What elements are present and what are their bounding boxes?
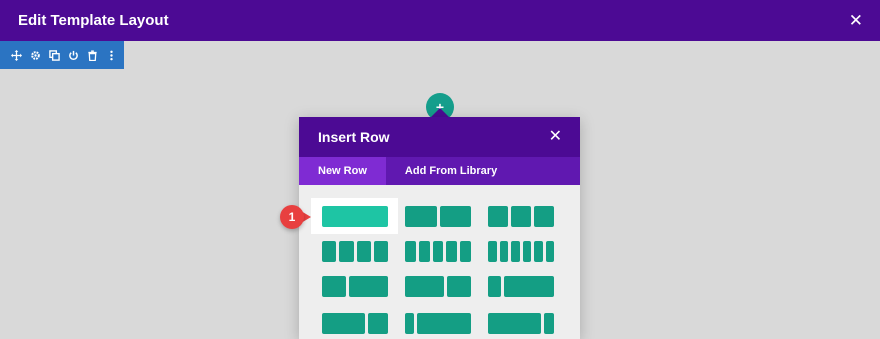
layout-column (432, 241, 444, 262)
layout-column (543, 313, 554, 334)
layout-six-columns[interactable] (488, 241, 554, 262)
layout-column (356, 241, 371, 262)
layout-column (368, 313, 388, 334)
layout-one-fifth-four-fifths[interactable] (405, 313, 471, 334)
layout-three-quarters-one-quarter[interactable] (322, 313, 388, 334)
section-toolbar (0, 41, 124, 69)
page-title: Edit Template Layout (18, 12, 169, 29)
layout-column (488, 206, 508, 227)
insert-row-modal: Insert Row ✕ New Row Add From Library (299, 117, 580, 339)
layout-one-third-two-thirds[interactable] (322, 276, 388, 297)
layout-column (460, 241, 471, 262)
layout-column (417, 313, 471, 334)
modal-header: Insert Row ✕ (299, 117, 580, 157)
layout-column (339, 241, 354, 262)
layout-column (405, 313, 415, 334)
layout-column (322, 313, 366, 334)
more-icon[interactable] (104, 48, 118, 62)
modal-tabs: New Row Add From Library (299, 157, 580, 185)
close-icon[interactable]: ✕ (849, 12, 863, 29)
layout-column (405, 241, 416, 262)
top-bar: Edit Template Layout ✕ (0, 0, 880, 41)
layout-three-columns[interactable] (488, 206, 554, 227)
layout-one-quarter-three-quarters[interactable] (488, 276, 554, 297)
layout-column (522, 241, 531, 262)
layout-column (511, 206, 531, 227)
layout-column (322, 206, 388, 227)
layout-column (405, 276, 444, 297)
layout-column (439, 206, 471, 227)
layout-column (488, 276, 502, 297)
trash-icon[interactable] (85, 48, 99, 62)
layout-four-columns[interactable] (322, 241, 388, 262)
layout-four-fifths-one-fifth[interactable] (488, 313, 554, 334)
layout-column (499, 241, 508, 262)
layout-column (534, 206, 554, 227)
step-callout-badge: 1 (280, 205, 304, 229)
layout-column (488, 313, 541, 334)
layout-five-columns[interactable] (405, 241, 471, 262)
layout-column (349, 276, 388, 297)
row-layout-grid (299, 185, 580, 339)
layout-column (446, 276, 471, 297)
layout-column (511, 241, 520, 262)
layout-column (504, 276, 554, 297)
layout-column (418, 241, 430, 262)
close-icon[interactable]: ✕ (549, 129, 562, 145)
layout-column (488, 241, 497, 262)
power-icon[interactable] (66, 48, 80, 62)
layout-column (322, 241, 337, 262)
gear-icon[interactable] (28, 48, 42, 62)
layout-column (373, 241, 388, 262)
modal-pointer (431, 108, 449, 117)
layout-column (446, 241, 458, 262)
layout-column (534, 241, 543, 262)
layout-column (545, 241, 554, 262)
layout-two-columns[interactable] (405, 206, 471, 227)
layout-one-column[interactable] (322, 206, 388, 227)
modal-title: Insert Row (318, 129, 390, 145)
duplicate-icon[interactable] (47, 48, 61, 62)
tab-add-from-library[interactable]: Add From Library (386, 157, 516, 185)
layout-column (322, 276, 347, 297)
move-icon[interactable] (9, 48, 23, 62)
layout-column (405, 206, 437, 227)
layout-two-thirds-one-third[interactable] (405, 276, 471, 297)
tab-new-row[interactable]: New Row (299, 157, 386, 185)
